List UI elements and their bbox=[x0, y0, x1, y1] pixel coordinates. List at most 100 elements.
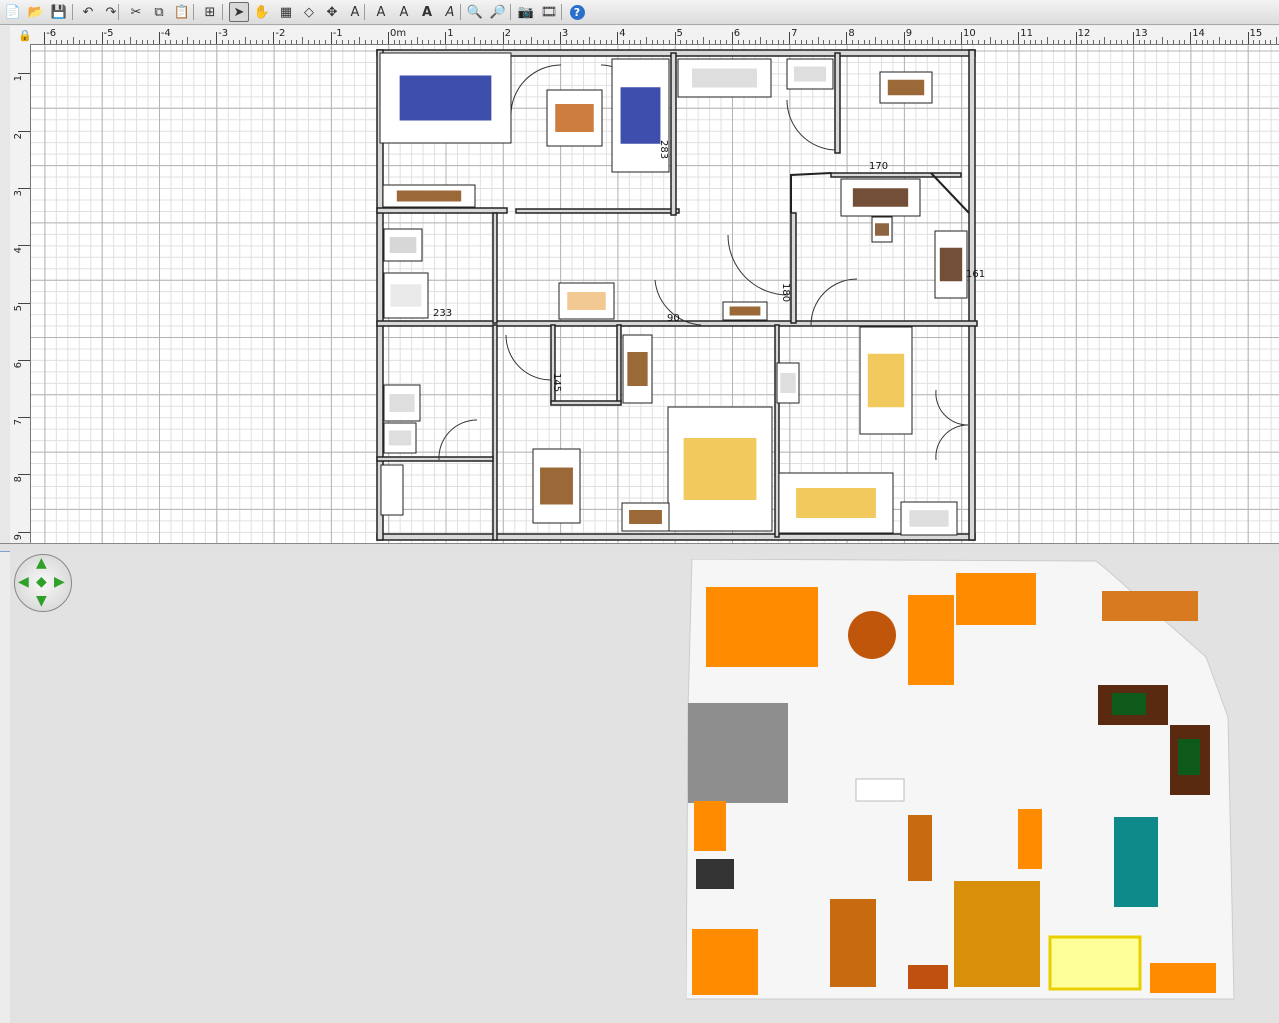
ruler-x-label: -4 bbox=[160, 28, 171, 39]
modify-text-style-button[interactable]: A bbox=[371, 2, 391, 22]
create-rooms-button[interactable]: ◇ bbox=[299, 2, 319, 22]
add-text-button[interactable]: A bbox=[345, 2, 365, 22]
desk-icon bbox=[939, 247, 963, 282]
increase-text-size-button[interactable]: A bbox=[394, 2, 414, 22]
ruler-minor-tick bbox=[720, 40, 722, 44]
create-dimensions-button[interactable]: ✥ bbox=[322, 2, 342, 22]
ruler-x-label: -5 bbox=[103, 28, 114, 39]
ruler-tick bbox=[445, 32, 447, 44]
zoom-out-button[interactable]: 🔎 bbox=[488, 2, 508, 22]
ruler-minor-tick bbox=[1201, 40, 1203, 44]
3d-view[interactable]: ▲ ▼ ◀ ▶ ◆ bbox=[10, 551, 1279, 1023]
round-table bbox=[848, 611, 896, 659]
ruler-minor-tick bbox=[485, 40, 487, 44]
ruler-minor-tick bbox=[880, 40, 882, 44]
help-button[interactable]: ? bbox=[567, 2, 587, 22]
undo-button[interactable]: ↶ bbox=[78, 2, 98, 22]
ruler-minor-tick bbox=[519, 40, 521, 44]
ruler-minor-tick bbox=[834, 40, 836, 44]
plan-canvas[interactable]: 283 170 180 90 145 233 161 bbox=[31, 45, 1279, 543]
ruler-minor-tick bbox=[410, 40, 412, 44]
ruler-minor-tick bbox=[359, 37, 361, 44]
ruler-x-label: 7 bbox=[791, 28, 798, 39]
create-video-button[interactable]: 🎞 bbox=[539, 2, 559, 22]
ruler-minor-tick bbox=[193, 40, 195, 44]
ruler-x-label: 5 bbox=[676, 28, 683, 39]
new-home-button[interactable]: 📄 bbox=[3, 2, 23, 22]
wall bbox=[790, 212, 797, 324]
save-button[interactable]: 💾 bbox=[49, 2, 69, 22]
ruler-minor-tick bbox=[239, 40, 241, 44]
dimension-label: 180 bbox=[780, 283, 791, 302]
ruler-minor-tick bbox=[817, 37, 819, 44]
ruler-minor-tick bbox=[823, 40, 825, 44]
ruler-tick bbox=[559, 32, 561, 44]
ruler-minor-tick bbox=[748, 40, 750, 44]
ruler-minor-tick bbox=[777, 40, 779, 44]
ruler-tick bbox=[1132, 32, 1134, 44]
ruler-minor-tick bbox=[1121, 40, 1123, 44]
bed-icon bbox=[867, 353, 905, 408]
wall bbox=[550, 400, 622, 406]
ruler-x-label: 12 bbox=[1077, 28, 1091, 39]
ruler-minor-tick bbox=[1236, 40, 1238, 44]
zoom-in-button[interactable]: 🔍 bbox=[465, 2, 485, 22]
ruler-minor-tick bbox=[869, 40, 871, 44]
ruler-minor-tick bbox=[703, 37, 705, 44]
ruler-minor-tick bbox=[347, 40, 349, 44]
ruler-minor-tick bbox=[892, 40, 894, 44]
create-walls-button[interactable]: ▦ bbox=[276, 2, 296, 22]
toolbar-separator bbox=[72, 4, 73, 20]
ruler-tick bbox=[1075, 32, 1077, 44]
ruler-minor-tick bbox=[181, 40, 183, 44]
bed-icon bbox=[683, 438, 757, 500]
padlock-icon[interactable]: 🔒 bbox=[10, 26, 40, 45]
redo-button[interactable]: ↷ bbox=[101, 2, 121, 22]
dimension-label: 90 bbox=[667, 313, 680, 324]
ruler-minor-tick bbox=[279, 40, 281, 44]
ruler-minor-tick bbox=[897, 40, 899, 44]
ruler-minor-tick bbox=[164, 40, 166, 44]
ruler-minor-tick bbox=[651, 40, 653, 44]
pan-mode-button[interactable]: ✋ bbox=[252, 2, 272, 22]
ruler-minor-tick bbox=[428, 40, 430, 44]
open-button[interactable]: 📂 bbox=[26, 2, 46, 22]
ruler-minor-tick bbox=[1109, 40, 1111, 44]
cabinet-icon bbox=[793, 66, 827, 82]
ruler-x-label: -2 bbox=[275, 28, 286, 39]
add-furniture-button[interactable]: ⊞ bbox=[200, 2, 220, 22]
zoom-out-icon: 🔎 bbox=[489, 4, 507, 20]
ruler-minor-tick bbox=[55, 40, 57, 44]
round-table-icon bbox=[555, 104, 594, 132]
washer-icon bbox=[389, 237, 417, 253]
ruler-minor-tick bbox=[313, 40, 315, 44]
wall bbox=[515, 208, 680, 214]
ruler-minor-tick bbox=[1001, 40, 1003, 44]
scissors-icon: ✂ bbox=[130, 4, 142, 20]
ruler-minor-tick bbox=[1006, 40, 1008, 44]
3d-house-model[interactable] bbox=[686, 559, 1246, 1004]
create-photo-button[interactable]: 📷 bbox=[516, 2, 536, 22]
plan-view[interactable]: 🔒 -6 -5 -4 -3 -2 -1 0m 1 2 3 4 5 6 7 8 9 10 11 12 13 14 15 12… bbox=[10, 26, 1279, 543]
cut-button[interactable]: ✂ bbox=[126, 2, 146, 22]
dimension-label: 170 bbox=[869, 161, 888, 172]
paste-button[interactable]: 📋 bbox=[172, 2, 192, 22]
bed bbox=[954, 881, 1040, 987]
ruler-minor-tick bbox=[170, 40, 172, 44]
ruler-minor-tick bbox=[95, 40, 97, 44]
dining-table bbox=[830, 899, 876, 987]
wall bbox=[968, 49, 976, 541]
ruler-minor-tick bbox=[107, 40, 109, 44]
ruler-minor-tick bbox=[198, 40, 200, 44]
cabinet bbox=[1150, 963, 1216, 993]
ruler-minor-tick bbox=[261, 40, 263, 44]
copy-button[interactable]: ⧉ bbox=[149, 2, 169, 22]
ruler-tick bbox=[18, 474, 30, 476]
navigation-arrows-icon[interactable]: ▲ ▼ ◀ ▶ ◆ bbox=[14, 554, 72, 612]
bold-text-button[interactable]: A bbox=[417, 2, 437, 22]
italic-text-button[interactable]: A bbox=[440, 2, 460, 22]
ruler-minor-tick bbox=[1138, 40, 1140, 44]
wall bbox=[670, 52, 677, 216]
cabinet bbox=[692, 929, 758, 995]
select-mode-button[interactable]: ➤ bbox=[229, 2, 249, 22]
